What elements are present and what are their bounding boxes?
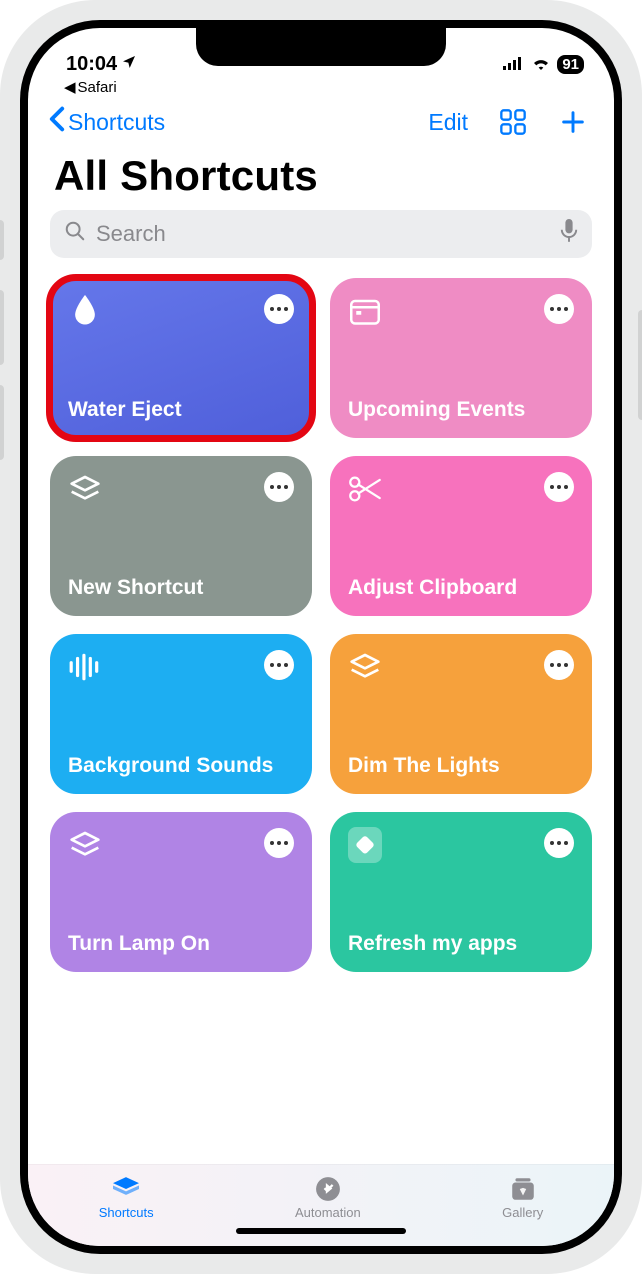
shortcut-card-refresh-my-apps[interactable]: Refresh my apps — [330, 812, 592, 972]
card-more-button[interactable] — [544, 650, 574, 680]
page-title: All Shortcuts — [28, 144, 614, 210]
layers-icon — [348, 650, 382, 684]
location-icon — [121, 53, 137, 76]
card-title: Background Sounds — [68, 754, 294, 778]
automation-tab-icon — [313, 1175, 343, 1203]
nav-back-button[interactable]: Shortcuts — [48, 106, 165, 138]
mic-icon[interactable] — [560, 219, 578, 249]
shortcut-card-upcoming-events[interactable]: Upcoming Events — [330, 278, 592, 438]
add-button[interactable] — [558, 107, 588, 137]
tab-label: Shortcuts — [99, 1205, 154, 1220]
chevron-left-icon — [48, 106, 66, 138]
shortcuts-tab-icon — [111, 1175, 141, 1203]
cellular-icon — [503, 53, 525, 76]
card-title: Refresh my apps — [348, 932, 574, 956]
soundwave-icon — [68, 650, 102, 684]
search-bar[interactable] — [50, 210, 592, 258]
card-title: Dim The Lights — [348, 754, 574, 778]
power-button[interactable] — [638, 310, 642, 420]
scissors-icon — [348, 472, 382, 506]
card-title: Turn Lamp On — [68, 932, 294, 956]
tab-gallery[interactable]: Gallery — [502, 1175, 543, 1220]
shortcut-card-dim-the-lights[interactable]: Dim The Lights — [330, 634, 592, 794]
shortcut-card-water-eject[interactable]: Water Eject — [50, 278, 312, 438]
card-title: Adjust Clipboard — [348, 576, 574, 600]
tab-automation[interactable]: Automation — [295, 1175, 361, 1220]
volume-up-button[interactable] — [0, 290, 4, 365]
water-drop-icon — [68, 294, 102, 328]
nav-back-label: Shortcuts — [68, 109, 165, 136]
card-more-button[interactable] — [264, 472, 294, 502]
shortcut-card-turn-lamp-on[interactable]: Turn Lamp On — [50, 812, 312, 972]
card-more-button[interactable] — [264, 650, 294, 680]
tab-shortcuts[interactable]: Shortcuts — [99, 1175, 154, 1220]
card-title: New Shortcut — [68, 576, 294, 600]
tab-label: Automation — [295, 1205, 361, 1220]
shortcut-card-new-shortcut[interactable]: New Shortcut — [50, 456, 312, 616]
search-input[interactable] — [94, 220, 552, 248]
layers-icon — [68, 472, 102, 506]
card-more-button[interactable] — [264, 828, 294, 858]
shortcut-card-adjust-clipboard[interactable]: Adjust Clipboard — [330, 456, 592, 616]
home-indicator[interactable] — [236, 1228, 406, 1234]
shortcut-card-background-sounds[interactable]: Background Sounds — [50, 634, 312, 794]
calendar-icon — [348, 294, 382, 328]
card-more-button[interactable] — [544, 294, 574, 324]
search-icon — [64, 220, 86, 248]
card-more-button[interactable] — [264, 294, 294, 324]
gallery-tab-icon — [508, 1175, 538, 1203]
card-title: Upcoming Events — [348, 398, 574, 422]
back-caret-icon: ◀ — [64, 78, 76, 96]
shortcuts-grid: Water Eject Upcoming Events — [28, 258, 614, 1164]
wifi-icon — [531, 53, 551, 76]
card-title: Water Eject — [68, 398, 294, 422]
card-more-button[interactable] — [544, 472, 574, 502]
volume-down-button[interactable] — [0, 385, 4, 460]
card-more-button[interactable] — [544, 828, 574, 858]
status-time: 10:04 — [66, 53, 117, 76]
device-notch — [196, 28, 446, 66]
grid-view-icon[interactable] — [498, 107, 528, 137]
edit-button[interactable]: Edit — [428, 109, 468, 136]
battery-indicator: 91 — [557, 55, 584, 74]
mute-switch[interactable] — [0, 220, 4, 260]
app-diamond-icon — [348, 828, 382, 862]
back-to-app[interactable]: ◀ Safari — [28, 76, 614, 96]
tab-label: Gallery — [502, 1205, 543, 1220]
back-app-label: Safari — [78, 79, 117, 96]
layers-icon — [68, 828, 102, 862]
